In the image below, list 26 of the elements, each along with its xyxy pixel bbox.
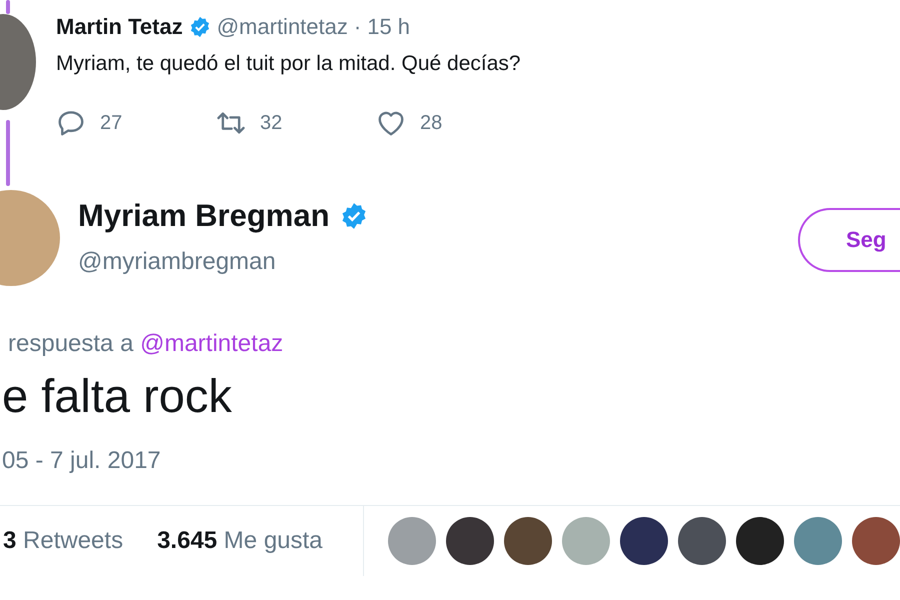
reply-count: 27 — [100, 112, 122, 134]
avatar-photo[interactable] — [446, 517, 494, 565]
retweet-count: 32 — [260, 112, 282, 134]
thread-line — [6, 120, 10, 186]
follow-button[interactable]: Seg — [798, 208, 900, 272]
avatar-photo[interactable] — [678, 517, 726, 565]
user-handle[interactable]: @martintetaz — [216, 14, 348, 40]
tweet-text: e falta rock — [2, 368, 233, 423]
thread-line — [6, 0, 10, 14]
avatar-photo[interactable] — [620, 517, 668, 565]
speech-bubble-icon[interactable] — [56, 108, 86, 138]
reply-to-text: respuesta a @martintetaz — [8, 330, 284, 358]
stat-text[interactable]: 3.645 Me gusta — [157, 527, 323, 555]
avatar-photo[interactable] — [504, 517, 552, 565]
tweet-text: Myriam, te quedó el tuit por la mitad. Qué decías? — [56, 52, 522, 76]
mention-link[interactable]: @martintetaz — [140, 330, 284, 357]
like-count: 28 — [420, 112, 442, 134]
stat-text[interactable]: 3 Retweets — [3, 527, 124, 555]
avatar-photo[interactable] — [736, 517, 784, 565]
tweet-timestamp: 05 - 7 jul. 2017 — [2, 447, 162, 475]
user-name[interactable]: Myriam Bregman — [78, 198, 330, 234]
separator-dot: · — [354, 14, 362, 40]
avatar-photo[interactable] — [852, 517, 900, 565]
user-handle[interactable]: @myriambregman — [78, 248, 368, 276]
user-name[interactable]: Martin Tetaz — [56, 14, 183, 40]
tweet-time[interactable]: 15 h — [367, 14, 410, 40]
